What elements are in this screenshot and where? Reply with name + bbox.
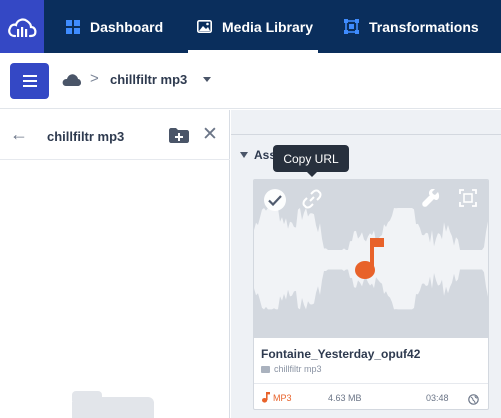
close-icon[interactable]: ✕	[202, 123, 218, 146]
tab-transformations[interactable]: Transformations	[344, 0, 479, 53]
cloud-logo-icon[interactable]	[0, 0, 44, 53]
folder-panel: ← chillfiltr mp3 ✕	[0, 110, 230, 418]
asset-type: MP3	[262, 392, 292, 403]
menu-button[interactable]	[10, 63, 49, 99]
asset-card[interactable]: Fontaine_Yesterday_opuf42 chillfiltr mp3…	[253, 179, 489, 410]
breadcrumb-toolbar: > chillfiltr mp3	[0, 53, 501, 109]
cloud-icon[interactable]	[62, 73, 81, 91]
asset-name[interactable]: Fontaine_Yesterday_opuf42	[261, 347, 420, 361]
tab-dashboard[interactable]: Dashboard	[66, 0, 163, 53]
top-nav: Dashboard Media Library Transformations	[0, 0, 501, 53]
asset-folder: chillfiltr mp3	[261, 364, 322, 374]
empty-folder-illustration	[72, 391, 154, 418]
back-arrow-icon[interactable]: ←	[10, 124, 28, 145]
check-icon	[268, 194, 282, 206]
tab-dashboard-label: Dashboard	[90, 18, 164, 35]
divider	[231, 134, 501, 135]
tab-transformations-label: Transformations	[369, 18, 479, 35]
breadcrumb-separator: >	[90, 70, 99, 87]
asset-folder-label: chillfiltr mp3	[274, 364, 322, 374]
wrench-icon	[422, 189, 440, 207]
edit-button[interactable]	[422, 189, 440, 207]
transform-icon	[344, 19, 359, 34]
copy-url-tooltip: Copy URL	[273, 145, 349, 177]
add-folder-icon[interactable]	[169, 128, 189, 148]
hamburger-icon	[22, 75, 37, 87]
image-icon	[197, 20, 212, 33]
tab-media-library-label: Media Library	[222, 18, 314, 35]
asset-duration: 03:48	[426, 393, 449, 403]
globe-icon	[468, 392, 479, 409]
music-note-small-icon	[262, 392, 270, 403]
expand-button[interactable]	[459, 189, 477, 207]
asset-meta: MP3 4.63 MB 03:48	[254, 383, 488, 409]
tab-media-library[interactable]: Media Library	[188, 0, 318, 53]
asset-type-label: MP3	[273, 392, 292, 403]
link-icon	[302, 189, 322, 209]
folder-panel-header: ← chillfiltr mp3 ✕	[0, 110, 230, 160]
folder-icon	[261, 365, 270, 373]
chevron-down-icon[interactable]	[203, 77, 211, 82]
copy-url-button[interactable]	[302, 189, 322, 209]
select-checkbox[interactable]	[264, 189, 286, 211]
caret-down-icon	[240, 152, 248, 158]
audio-thumbnail[interactable]	[254, 180, 488, 338]
folder-panel-title: chillfiltr mp3	[47, 129, 125, 144]
grid-icon	[66, 19, 80, 34]
breadcrumb-folder[interactable]: chillfiltr mp3	[110, 72, 187, 87]
music-note-icon	[354, 238, 386, 285]
asset-size: 4.63 MB	[328, 393, 362, 403]
expand-icon	[459, 189, 477, 207]
assets-section-toggle[interactable]: Ass	[240, 148, 276, 162]
